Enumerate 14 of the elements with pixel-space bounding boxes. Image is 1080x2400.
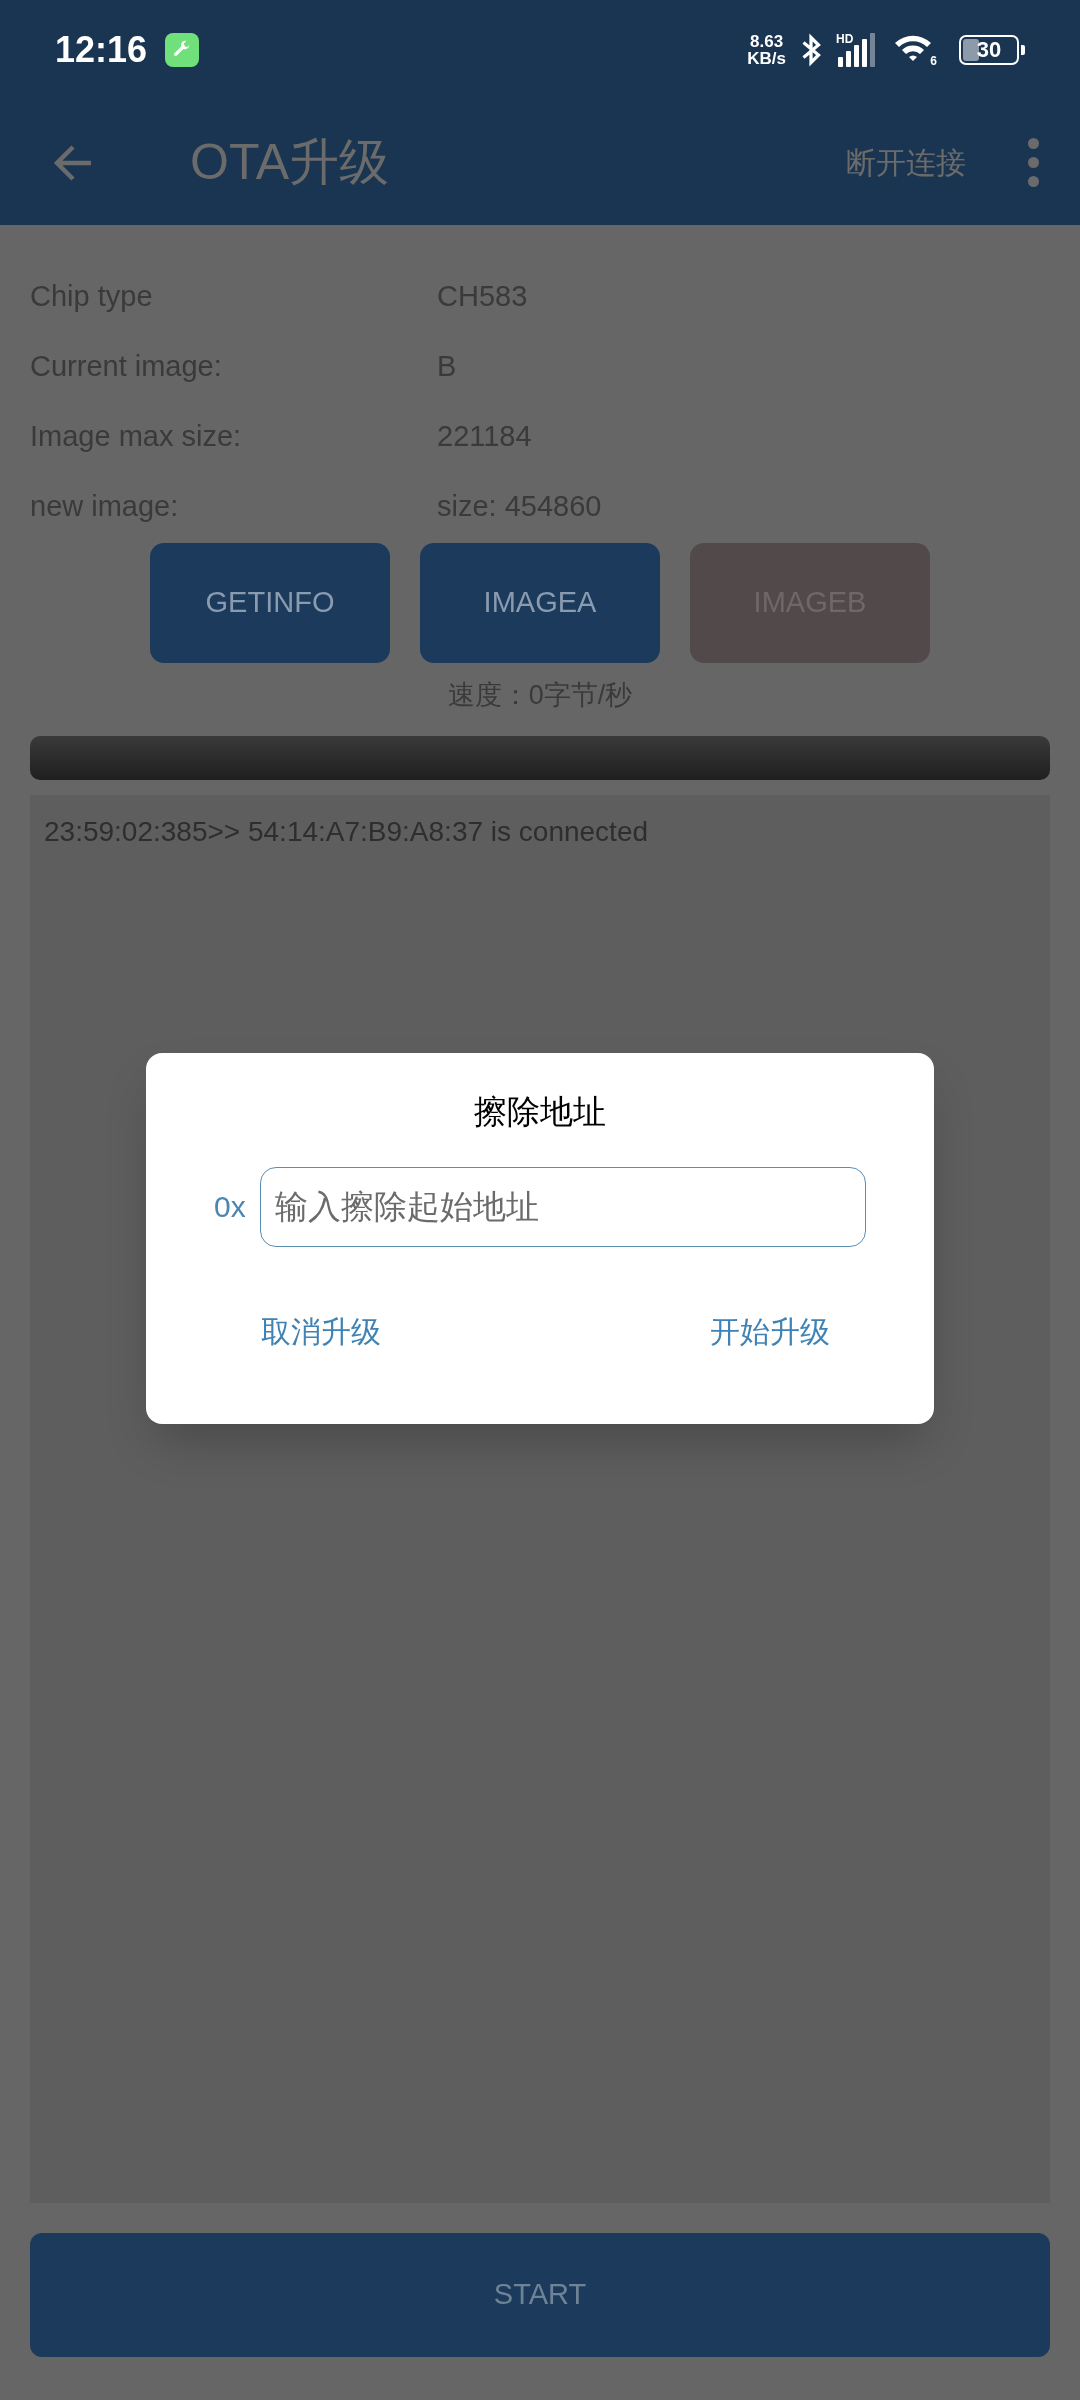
hex-prefix: 0x bbox=[214, 1189, 246, 1225]
disconnect-button[interactable]: 断开连接 bbox=[846, 140, 966, 185]
app-notification-icon bbox=[165, 33, 200, 67]
address-input[interactable]: 输入擦除起始地址 bbox=[259, 1166, 866, 1247]
dialog-button[interactable]: 开始升级 bbox=[710, 1308, 830, 1354]
action-button[interactable]: GETINFO bbox=[150, 543, 390, 663]
action-button[interactable]: IMAGEA bbox=[420, 543, 660, 663]
dialog-title: 擦除地址 bbox=[474, 1092, 606, 1132]
start-button[interactable]: START bbox=[30, 2232, 1050, 2357]
dialog-button[interactable]: 取消升级 bbox=[261, 1308, 381, 1354]
more-options-icon[interactable] bbox=[1026, 138, 1040, 187]
network-speed: 8.63 KB/s bbox=[747, 33, 786, 67]
screen-title: OTA升级 bbox=[190, 133, 390, 192]
clock: 12:16 bbox=[55, 28, 148, 72]
